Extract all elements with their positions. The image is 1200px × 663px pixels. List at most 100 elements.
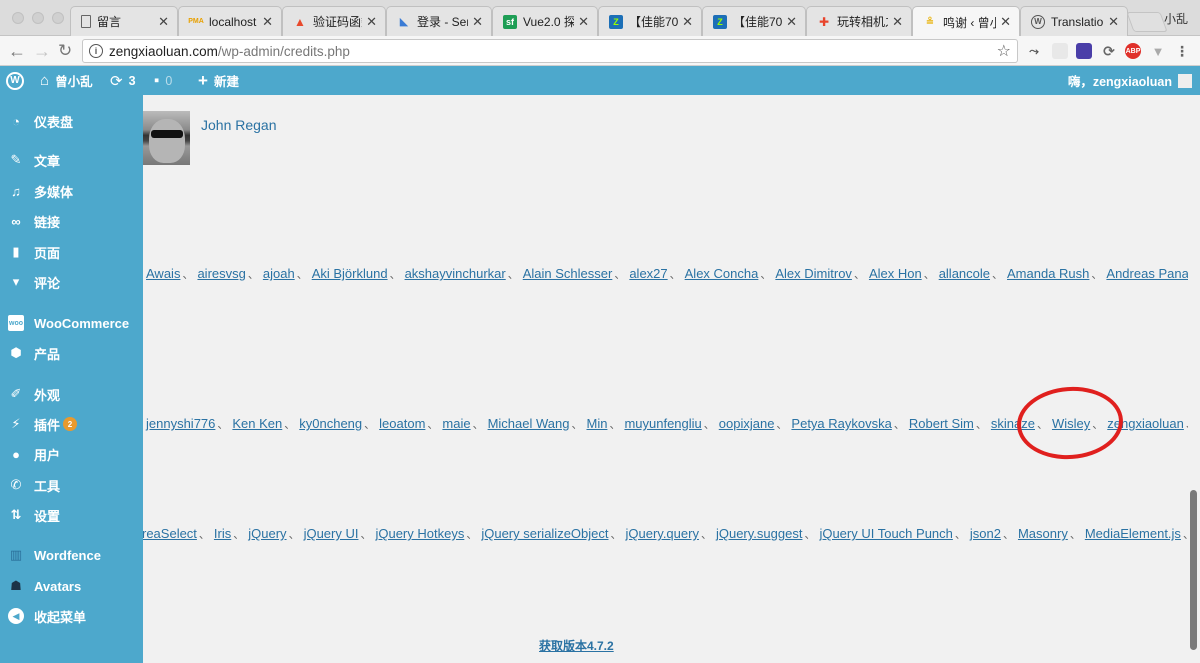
get-version-link[interactable]: 获取版本4.7.2: [539, 637, 614, 654]
contributor-link[interactable]: jQuery.query: [626, 526, 699, 541]
close-tab-icon[interactable]: ✕: [578, 14, 589, 30]
contributor-link[interactable]: jennyshi776: [146, 416, 215, 431]
contributor-link[interactable]: Petya Raykovska: [791, 416, 891, 431]
contributor-link[interactable]: jQuery: [248, 526, 286, 541]
sidebar-item-comments[interactable]: ▾ 评论: [0, 267, 143, 297]
contributor-link[interactable]: leoatom: [379, 416, 425, 431]
contributor-name-link[interactable]: John Regan: [201, 117, 277, 133]
qr-icon[interactable]: [1052, 43, 1068, 59]
browser-tab[interactable]: 留言 ✕: [70, 6, 178, 36]
contributor-link[interactable]: ky0ncheng: [299, 416, 362, 431]
updates-link[interactable]: ⟳ 3: [110, 66, 136, 95]
browser-tab[interactable]: ✚ 玩转相机之 ✕: [806, 6, 912, 36]
contributor-link[interactable]: jQuery.suggest: [716, 526, 802, 541]
browser-menu-icon[interactable]: ⋮: [1174, 43, 1190, 59]
profile-name[interactable]: 小乱: [1164, 10, 1188, 27]
new-content-link[interactable]: + 新建: [198, 66, 239, 95]
minimize-window-button[interactable]: [32, 12, 44, 24]
contributor-link[interactable]: jQuery UI: [304, 526, 359, 541]
browser-tab[interactable]: Z 【佳能700D ✕: [598, 6, 702, 36]
close-tab-icon[interactable]: ✕: [366, 14, 377, 30]
sidebar-item-tools[interactable]: ✆ 工具: [0, 470, 143, 500]
contributor-link[interactable]: Michael Wang: [488, 416, 570, 431]
sidebar-item-products[interactable]: ⬢ 产品: [0, 338, 143, 368]
contributor-link[interactable]: airesvsg: [197, 266, 245, 281]
browser-tab[interactable]: Z 【佳能700D ✕: [702, 6, 806, 36]
vue-devtools-icon[interactable]: ▼: [1150, 43, 1166, 59]
browser-tab[interactable]: PMA localhost / ✕: [178, 6, 282, 36]
contributor-link[interactable]: json2: [970, 526, 1001, 541]
wp-logo-button[interactable]: W: [6, 66, 24, 95]
collapse-menu-button[interactable]: ◀ 收起菜单: [0, 601, 143, 631]
browser-tab[interactable]: ▲ 验证码函数 ✕: [282, 6, 386, 36]
account-menu[interactable]: 嗨，zengxiaoluan: [1068, 66, 1192, 95]
contributor-link[interactable]: muyunfengliu: [624, 416, 701, 431]
close-tab-icon[interactable]: ✕: [892, 14, 903, 30]
browser-tab[interactable]: sf Vue2.0 探 ✕: [492, 6, 598, 36]
sidebar-item-media[interactable]: ♫ 多媒体: [0, 176, 143, 206]
info-icon[interactable]: i: [89, 44, 103, 58]
browser-tab[interactable]: W Translation ✕: [1020, 6, 1128, 36]
contributor-link[interactable]: jQuery UI Touch Punch: [819, 526, 952, 541]
contributor-link[interactable]: Iris: [214, 526, 231, 541]
address-bar[interactable]: i zengxiaoluan.com/wp-admin/credits.php …: [82, 39, 1018, 63]
browser-tab-active[interactable]: ≗ 鸣谢 ‹ 曾小 ✕: [912, 6, 1020, 37]
sidebar-item-posts[interactable]: ✎ 文章: [0, 145, 143, 175]
sidebar-item-dashboard[interactable]: ◔ 仪表盘: [0, 106, 143, 136]
sidebar-item-users[interactable]: ● 用户: [0, 439, 143, 469]
close-tab-icon[interactable]: ✕: [786, 14, 797, 30]
scrollbar-thumb[interactable]: [1190, 490, 1197, 650]
new-tab-button[interactable]: [1126, 12, 1168, 32]
contributor-link[interactable]: Alex Dimitrov: [775, 266, 852, 281]
contributor-link[interactable]: maie: [442, 416, 470, 431]
sidebar-item-avatars[interactable]: ☗ Avatars: [0, 571, 143, 601]
forward-icon[interactable]: →: [33, 39, 51, 63]
close-tab-icon[interactable]: ✕: [1000, 14, 1011, 30]
sidebar-item-settings[interactable]: ⇅ 设置: [0, 500, 143, 530]
refresh-ext-icon[interactable]: ⟳: [1101, 43, 1117, 59]
maximize-window-button[interactable]: [52, 12, 64, 24]
contributor-link[interactable]: ajoah: [263, 266, 295, 281]
close-tab-icon[interactable]: ✕: [1108, 14, 1119, 30]
contributor-link[interactable]: jQuery Hotkeys: [375, 526, 464, 541]
color-icon[interactable]: [1076, 43, 1092, 59]
contributor-link[interactable]: oopixjane: [719, 416, 775, 431]
contributor-link[interactable]: reaSelect: [143, 526, 197, 541]
sidebar-item-plugins[interactable]: ⚡ 插件 2: [0, 409, 143, 439]
contributor-link[interactable]: alex27: [629, 266, 667, 281]
reload-icon[interactable]: ↻: [58, 39, 72, 63]
adblock-icon[interactable]: ABP: [1125, 43, 1141, 59]
shortcut-icon[interactable]: ⤳: [1026, 43, 1042, 59]
contributor-link[interactable]: Masonry: [1018, 526, 1068, 541]
contributor-link[interactable]: jQuery serializeObject: [481, 526, 608, 541]
close-tab-icon[interactable]: ✕: [472, 14, 483, 30]
browser-tab[interactable]: ◣ 登录 - Send ✕: [386, 6, 492, 36]
contributor-link[interactable]: Alain Schlesser: [523, 266, 613, 281]
close-tab-icon[interactable]: ✕: [262, 14, 273, 30]
close-window-button[interactable]: [12, 12, 24, 24]
sidebar-item-wordfence[interactable]: ▥ Wordfence: [0, 540, 143, 570]
sidebar-item-appearance[interactable]: ✐ 外观: [0, 379, 143, 409]
contributor-link[interactable]: Robert Sim: [909, 416, 974, 431]
sidebar-item-woocommerce[interactable]: woo WooCommerce: [0, 308, 143, 338]
contributor-link[interactable]: Awais: [146, 266, 180, 281]
page-scrollbar[interactable]: [1188, 95, 1200, 663]
sidebar-item-pages[interactable]: ▮ 页面: [0, 237, 143, 267]
close-tab-icon[interactable]: ✕: [158, 14, 169, 30]
contributor-link[interactable]: Amanda Rush: [1007, 266, 1089, 281]
close-tab-icon[interactable]: ✕: [682, 14, 693, 30]
contributor-link[interactable]: Andreas Panag: [1106, 266, 1188, 281]
bookmark-star-icon[interactable]: ☆: [997, 41, 1011, 61]
comments-link[interactable]: ▪ 0: [154, 66, 172, 95]
sidebar-item-links[interactable]: ∞ 链接: [0, 206, 143, 236]
contributor-link[interactable]: Alex Concha: [685, 266, 759, 281]
contributor-link[interactable]: Aki Björklund: [312, 266, 388, 281]
contributor-link[interactable]: akshayvinchurkar: [405, 266, 506, 281]
site-name-link[interactable]: ⌂ 曾小乱: [40, 66, 93, 95]
back-icon[interactable]: ←: [8, 39, 26, 63]
contributor-link[interactable]: Min: [586, 416, 607, 431]
contributor-link[interactable]: Ken Ken: [232, 416, 282, 431]
contributor-link[interactable]: allancole: [939, 266, 990, 281]
contributor-link[interactable]: Alex Hon: [869, 266, 922, 281]
contributor-link[interactable]: MediaElement.js: [1085, 526, 1181, 541]
